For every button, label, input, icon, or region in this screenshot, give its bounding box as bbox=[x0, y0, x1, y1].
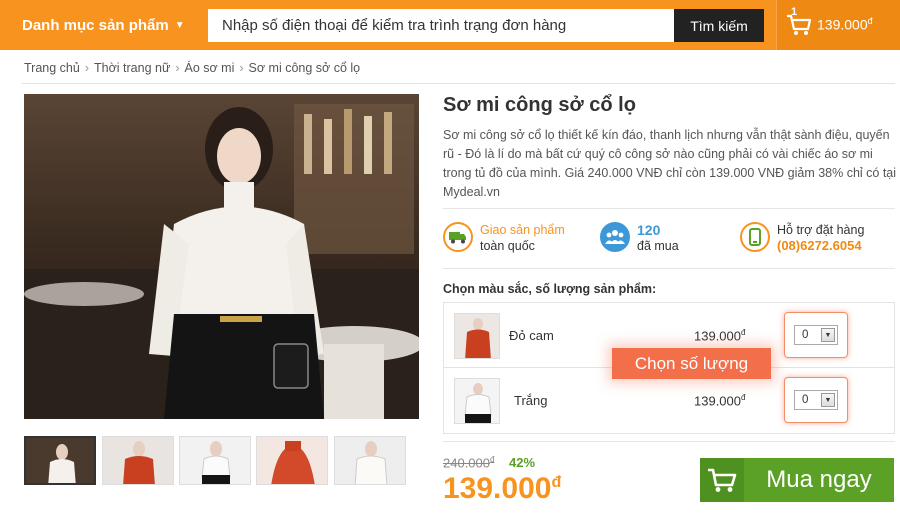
people-icon bbox=[600, 222, 630, 252]
qty-select-red[interactable]: 0 ▼ bbox=[794, 325, 838, 345]
feature-bought: 120 đã mua bbox=[600, 222, 679, 254]
qty-value: 0 bbox=[802, 329, 809, 341]
phone-icon bbox=[740, 222, 770, 252]
variant-price-value: 139.000 bbox=[694, 328, 741, 344]
qty-highlight: 0 ▼ bbox=[784, 312, 848, 358]
old-price-value: 240.000 bbox=[443, 455, 490, 471]
support-label: Hỗ trợ đặt hàng bbox=[777, 223, 865, 237]
variant-name: Trắng bbox=[514, 393, 548, 408]
divider bbox=[443, 208, 895, 209]
search-button[interactable]: Tìm kiếm bbox=[674, 9, 764, 42]
qty-highlight: 0 ▼ bbox=[784, 377, 848, 423]
variant-image-red[interactable] bbox=[454, 313, 500, 359]
truck-icon bbox=[443, 222, 473, 252]
feature-support: Hỗ trợ đặt hàng (08)6272.6054 bbox=[740, 222, 864, 254]
qty-select-white[interactable]: 0 ▼ bbox=[794, 390, 838, 410]
dropdown-arrow-icon: ▼ bbox=[821, 393, 835, 407]
cart-icon bbox=[787, 14, 812, 35]
thumbnail-2[interactable] bbox=[102, 436, 174, 485]
variant-name: Đỏ cam bbox=[509, 328, 554, 343]
delivery-line2: toàn quốc bbox=[480, 239, 535, 253]
dropdown-arrow-icon: ▼ bbox=[821, 328, 835, 342]
support-phone[interactable]: (08)6272.6054 bbox=[777, 238, 864, 254]
cart-total: 139.000đ bbox=[817, 16, 873, 33]
buy-now-button[interactable]: Mua ngay bbox=[700, 458, 894, 502]
variant-currency: đ bbox=[741, 393, 746, 402]
breadcrumb-shirts[interactable]: Áo sơ mi bbox=[185, 61, 235, 75]
product-title: Sơ mi công sở cổ lọ bbox=[443, 94, 636, 116]
order-search-input[interactable]: Nhập số điện thoại để kiểm tra trình trạ… bbox=[208, 9, 674, 42]
breadcrumb-separator: › bbox=[239, 61, 244, 75]
divider bbox=[443, 268, 895, 269]
category-menu-label: Danh mục sản phẩm bbox=[22, 16, 169, 34]
thumbnail-1[interactable] bbox=[24, 436, 96, 485]
new-price-currency: đ bbox=[551, 474, 562, 491]
thumbnail-3[interactable] bbox=[179, 436, 251, 485]
new-price-value: 139.000 bbox=[443, 472, 552, 505]
category-menu-button[interactable]: Danh mục sản phẩm ▼ bbox=[0, 0, 200, 50]
variant-price: 139.000đ bbox=[694, 393, 745, 408]
variant-image-white[interactable] bbox=[454, 378, 500, 424]
discount-badge: 42% bbox=[509, 455, 536, 470]
cart-currency: đ bbox=[867, 16, 873, 26]
qty-value: 0 bbox=[802, 394, 809, 406]
breadcrumb-home[interactable]: Trang chủ bbox=[24, 61, 80, 75]
variant-price-value: 139.000 bbox=[694, 393, 741, 409]
main-product-image bbox=[24, 94, 419, 419]
delivery-line1: Giao sản phẩm bbox=[480, 223, 565, 237]
variant-price: 139.000đ bbox=[694, 328, 745, 343]
divider bbox=[443, 441, 895, 442]
breadcrumb: Trang chủ › Thời trang nữ › Áo sơ mi › S… bbox=[24, 58, 360, 78]
breadcrumb-current: Sơ mi công sở cổ lọ bbox=[248, 61, 361, 75]
thumbnail-4[interactable] bbox=[256, 436, 328, 485]
variant-currency: đ bbox=[741, 328, 746, 337]
new-price: 139.000đ bbox=[443, 472, 561, 506]
quantity-tooltip: Chọn số lượng bbox=[612, 348, 771, 379]
breadcrumb-divider bbox=[22, 83, 895, 84]
cart-button[interactable]: 1 139.000đ bbox=[776, 0, 900, 50]
cart-count: 1 bbox=[791, 6, 798, 18]
variants-heading: Chọn màu sắc, số lượng sản phẩm: bbox=[443, 282, 657, 296]
breadcrumb-womens-fashion[interactable]: Thời trang nữ bbox=[94, 61, 170, 75]
buy-now-label: Mua ngay bbox=[766, 466, 872, 493]
search-placeholder: Nhập số điện thoại để kiểm tra trình trạ… bbox=[222, 17, 567, 34]
cart-icon bbox=[700, 458, 744, 502]
feature-delivery: Giao sản phẩm toàn quốc bbox=[443, 222, 565, 254]
old-price-currency: đ bbox=[490, 455, 495, 464]
breadcrumb-separator: › bbox=[84, 61, 89, 75]
caret-down-icon: ▼ bbox=[174, 19, 185, 31]
top-bar: Danh mục sản phẩm ▼ Nhập số điện thoại đ… bbox=[0, 0, 900, 50]
breadcrumb-separator: › bbox=[175, 61, 180, 75]
thumbnail-strip bbox=[24, 436, 406, 486]
product-description: Sơ mi công sở cổ lọ thiết kế kín đáo, th… bbox=[443, 128, 897, 199]
cart-total-value: 139.000 bbox=[817, 16, 868, 33]
old-price: 240.000đ bbox=[443, 455, 494, 470]
thumbnail-5[interactable] bbox=[334, 436, 406, 485]
bought-count: 120 bbox=[637, 222, 661, 238]
bought-label: đã mua bbox=[637, 239, 679, 253]
